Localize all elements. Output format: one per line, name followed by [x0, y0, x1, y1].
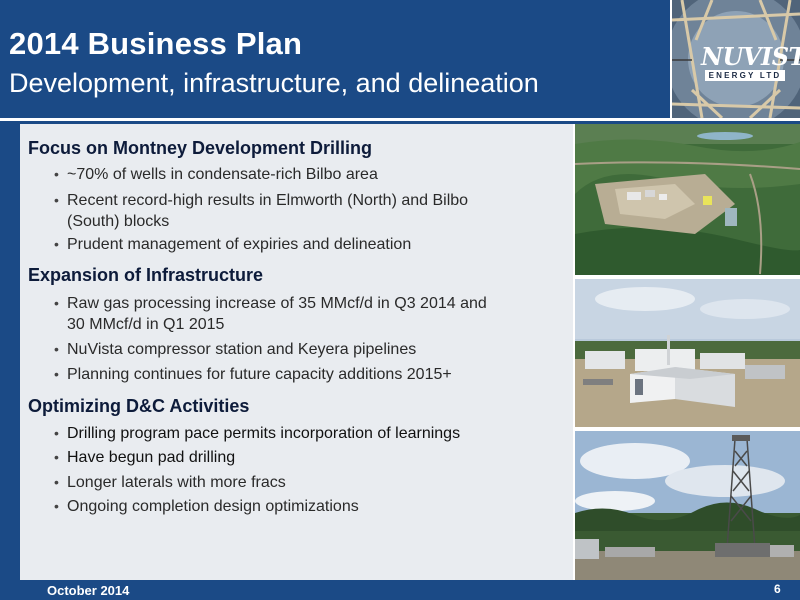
photo-column — [575, 124, 800, 580]
logo-wordmark: NUVISTA — [701, 42, 800, 71]
slide-title: 2014 Business Plan — [9, 26, 303, 61]
bullet-icon: • — [54, 449, 59, 465]
header-divider — [0, 118, 800, 120]
logo-tagline: ENERGY LTD — [705, 70, 785, 81]
section-heading-montney: Focus on Montney Development Drilling — [28, 138, 373, 158]
bullet-icon: • — [54, 366, 59, 382]
section-heading-dc-activities: Optimizing D&C Activities — [28, 396, 250, 416]
bullet-icon: • — [54, 425, 59, 441]
bullet-icon: • — [54, 474, 59, 490]
bullet-icon: • — [54, 498, 59, 514]
compressor-station-photo — [575, 279, 800, 427]
bullet-icon: • — [54, 341, 59, 357]
page-number: 6 — [774, 582, 781, 596]
bullet-icon: • — [54, 295, 59, 311]
drilling-rig-photo — [575, 431, 800, 580]
left-accent-bar — [0, 124, 20, 580]
aerial-well-pad-photo — [575, 124, 800, 275]
bullet-icon: • — [54, 166, 59, 182]
footer-date: October 2014 — [47, 583, 130, 598]
bullet-icon: • — [54, 192, 59, 208]
bullet-icon: • — [54, 236, 59, 252]
slide-subtitle: Development, infrastructure, and delinea… — [9, 68, 539, 98]
section-heading-infrastructure: Expansion of Infrastructure — [28, 265, 264, 285]
